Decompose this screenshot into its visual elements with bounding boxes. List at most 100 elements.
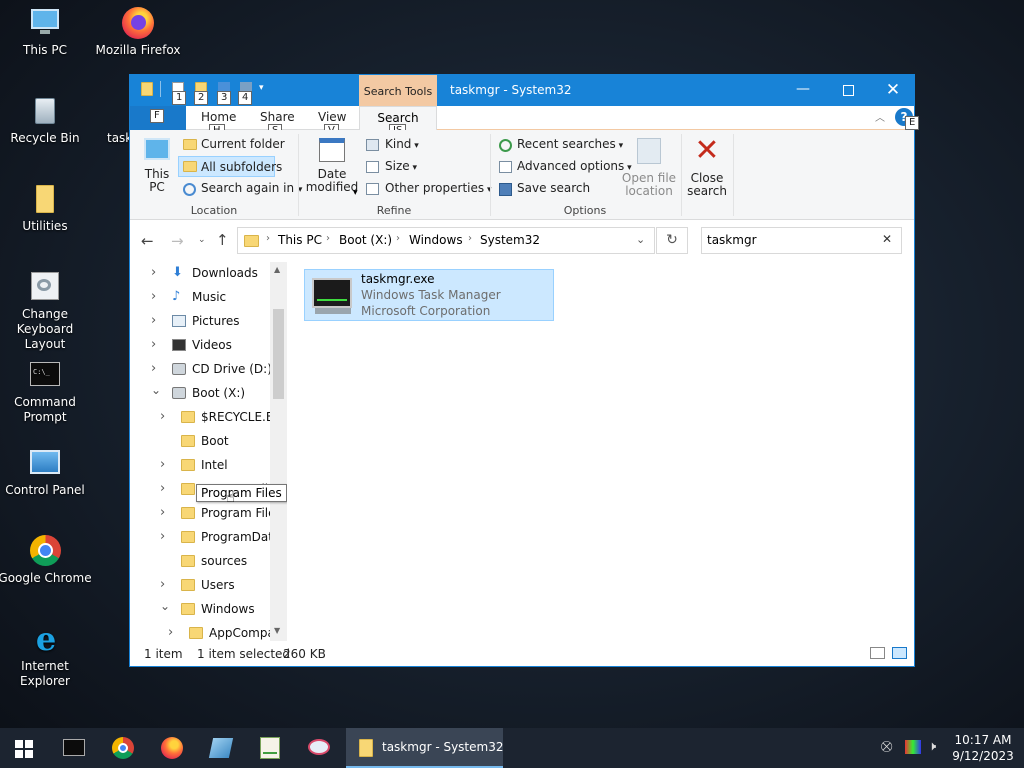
hand-cursor-icon: ☝ xyxy=(226,488,236,506)
open-file-location-button[interactable]: Open file location xyxy=(620,136,678,198)
file-tab[interactable]: F xyxy=(130,106,186,130)
chevron-down-icon[interactable]: ⌄ xyxy=(160,599,170,613)
volume-muted-icon[interactable]: 🕨 xyxy=(928,739,936,754)
address-bar[interactable]: › This PC › Boot (X:) › Windows › System… xyxy=(237,227,655,254)
taskbar-app-1[interactable] xyxy=(197,728,245,768)
nav-tree-item[interactable]: Boot xyxy=(130,430,287,454)
details-view-icon[interactable] xyxy=(870,647,885,659)
recent-locations-button[interactable]: ⌄ xyxy=(198,235,206,245)
chevron-right-icon[interactable]: › xyxy=(160,577,165,592)
chevron-right-icon[interactable]: › xyxy=(151,289,156,304)
nav-tree-item[interactable]: › ⬇ Downloads xyxy=(130,262,287,286)
search-again-in-dropdown[interactable]: Search again in ▾ xyxy=(182,181,302,196)
nav-tree-item[interactable]: › Videos xyxy=(130,334,287,358)
chevron-right-icon[interactable]: › xyxy=(151,361,156,376)
desktop-icon-this-pc[interactable]: This PC xyxy=(0,6,93,58)
advanced-options-icon xyxy=(499,161,512,173)
large-icons-view-icon[interactable] xyxy=(892,647,907,659)
qat-dropdown-icon[interactable]: ▾ xyxy=(259,83,264,93)
nav-tree-item[interactable]: ⌄ Windows xyxy=(130,598,287,622)
taskbar-firefox[interactable] xyxy=(148,728,196,768)
nav-tree-item[interactable]: ›Program Files xyxy=(130,502,287,526)
nav-tree-item[interactable]: › Users xyxy=(130,574,287,598)
chevron-right-icon[interactable]: › xyxy=(151,337,156,352)
close-search-button[interactable]: ✕ Close search xyxy=(684,136,730,198)
search-result-item[interactable]: taskmgr.exe Windows Task Manager Microso… xyxy=(304,269,554,321)
this-pc-button[interactable]: This PC xyxy=(140,136,174,194)
chevron-right-icon[interactable]: › xyxy=(160,529,165,544)
scroll-thumb[interactable] xyxy=(273,309,284,399)
clear-search-icon[interactable]: ✕ xyxy=(882,232,892,246)
taskbar-chrome[interactable] xyxy=(99,728,147,768)
network-icon[interactable]: ⛒ xyxy=(881,740,897,754)
nav-tree-item[interactable]: sources xyxy=(130,550,287,574)
chevron-right-icon[interactable]: › xyxy=(160,457,165,472)
current-folder-button[interactable]: Current folder xyxy=(182,137,285,151)
crumb-system32[interactable]: System32 xyxy=(480,233,540,247)
minimize-button[interactable]: — xyxy=(780,75,826,106)
address-dropdown-icon[interactable]: ⌄ xyxy=(636,233,645,246)
search-input[interactable]: taskmgr xyxy=(707,233,757,247)
up-button[interactable]: ↑ xyxy=(216,231,229,249)
date-modified-button[interactable]: Date modified xyxy=(303,136,361,194)
maximize-button[interactable] xyxy=(826,75,872,106)
nav-tree-item[interactable]: ⌄ Boot (X:) xyxy=(130,382,287,406)
nav-tree-item[interactable]: › Pictures xyxy=(130,310,287,334)
desktop-icon-control-panel[interactable]: Control Panel xyxy=(0,446,93,498)
nav-tree-item[interactable]: › $RECYCLE.BIN xyxy=(130,406,287,430)
title-bar[interactable]: ▾ 1 2 3 4 Search Tools taskmgr - System3… xyxy=(130,75,914,106)
chevron-right-icon[interactable]: › xyxy=(160,409,165,424)
taskbar-explorer-window[interactable]: taskmgr - System32 xyxy=(346,728,503,768)
tab-share[interactable]: Share xyxy=(260,110,295,124)
desktop-icon-internet-explorer[interactable]: e Internet Explorer xyxy=(0,622,93,689)
kind-dropdown[interactable]: Kind ▾ xyxy=(366,137,419,151)
nav-tree-item[interactable]: › ♪ Music xyxy=(130,286,287,310)
nav-scrollbar[interactable]: ▲ ▼ xyxy=(270,262,287,641)
nav-tree-item[interactable]: › ProgramData xyxy=(130,526,287,550)
close-button[interactable]: ✕ xyxy=(872,75,914,106)
advanced-options-dropdown[interactable]: Advanced options ▾ xyxy=(499,159,632,173)
size-dropdown[interactable]: Size ▾ xyxy=(366,159,417,173)
search-box[interactable]: taskmgr ✕ xyxy=(701,227,902,254)
desktop-icon-keyboard-layout[interactable]: Change Keyboard Layout xyxy=(0,270,93,352)
nav-tree-item[interactable]: › AppCompat xyxy=(130,622,287,641)
chevron-right-icon[interactable]: › xyxy=(168,625,173,640)
start-button[interactable] xyxy=(0,728,48,768)
nav-tree-label: Pictures xyxy=(192,314,240,328)
back-button[interactable]: ← xyxy=(141,232,154,250)
chevron-right-icon[interactable]: › xyxy=(151,313,156,328)
clock[interactable]: 10:17 AM 9/12/2023 xyxy=(948,732,1018,764)
desktop-icon-command-prompt[interactable]: C:\_ Command Prompt xyxy=(0,358,93,425)
other-properties-dropdown[interactable]: Other properties ▾ xyxy=(366,181,492,195)
chevron-down-icon: ▾ xyxy=(411,141,419,151)
desktop-icon-utilities[interactable]: Utilities xyxy=(0,182,93,234)
nav-tree-item[interactable]: › CD Drive (D:) xyxy=(130,358,287,382)
tooltip: Program Files xyxy=(196,484,287,502)
taskbar: taskmgr - System32 ⛒ 🕨 10:17 AM 9/12/202… xyxy=(0,728,1024,768)
nav-tree-item[interactable]: › Intel xyxy=(130,454,287,478)
group-separator xyxy=(733,134,734,216)
chevron-down-icon[interactable]: ⌄ xyxy=(151,383,161,397)
save-search-button[interactable]: Save search xyxy=(499,181,590,196)
collapse-ribbon-icon[interactable]: ︿ xyxy=(875,109,885,124)
desktop-icon-chrome[interactable]: Google Chrome xyxy=(0,534,93,586)
taskbar-cmd[interactable] xyxy=(50,728,98,768)
forward-button[interactable]: → xyxy=(171,232,184,250)
taskbar-app-3[interactable] xyxy=(295,728,343,768)
all-subfolders-button[interactable]: All subfolders xyxy=(178,156,282,177)
recent-searches-dropdown[interactable]: Recent searches ▾ xyxy=(499,137,623,152)
taskbar-app-2[interactable] xyxy=(246,728,294,768)
tab-view[interactable]: View xyxy=(318,110,346,124)
crumb-windows[interactable]: Windows xyxy=(409,233,463,247)
refresh-button[interactable]: ↻ xyxy=(656,227,688,254)
chevron-right-icon[interactable]: › xyxy=(160,505,165,520)
scroll-up-icon[interactable]: ▲ xyxy=(274,265,280,274)
chevron-right-icon[interactable]: › xyxy=(151,265,156,280)
display-icon[interactable] xyxy=(905,740,921,754)
chevron-right-icon[interactable]: › xyxy=(160,481,165,496)
scroll-down-icon[interactable]: ▼ xyxy=(274,626,280,635)
tab-home[interactable]: Home xyxy=(201,110,236,124)
desktop-icon-firefox[interactable]: Mozilla Firefox xyxy=(90,6,186,58)
crumb-boot-drive[interactable]: Boot (X:) xyxy=(339,233,392,247)
crumb-this-pc[interactable]: This PC xyxy=(278,233,322,247)
